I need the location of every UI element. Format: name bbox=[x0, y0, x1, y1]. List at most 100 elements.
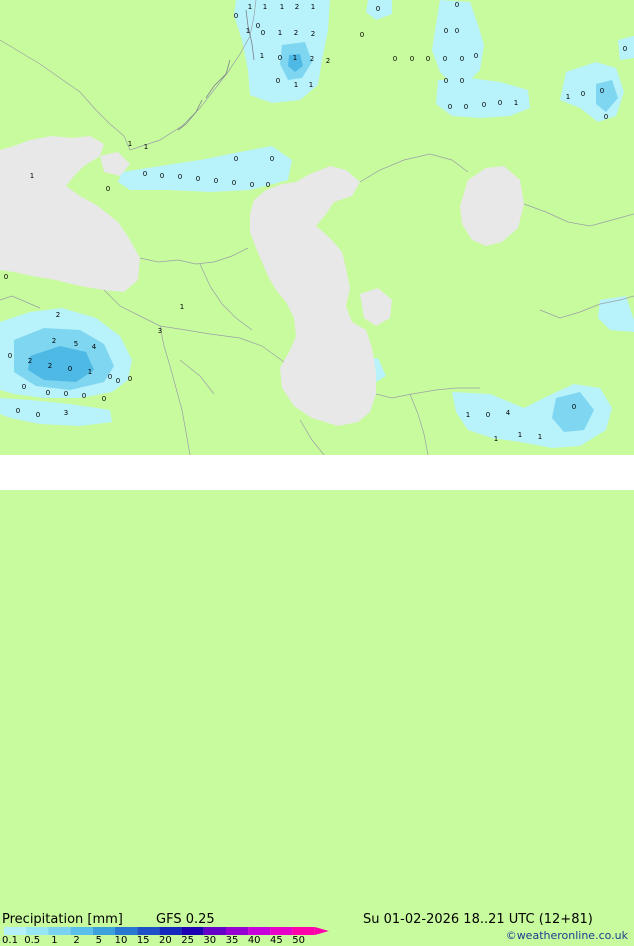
legend-swatch bbox=[137, 927, 160, 935]
precip-value-label: 0 bbox=[448, 103, 452, 111]
precip-value-label: 1 bbox=[466, 411, 470, 419]
precip-value-label: 3 bbox=[158, 327, 162, 335]
precip-value-label: 0 bbox=[102, 395, 106, 403]
precip-value-label: 0 bbox=[376, 5, 380, 13]
precip-value-label: 0 bbox=[8, 352, 12, 360]
precip-value-label: 0 bbox=[261, 29, 265, 37]
legend-swatch bbox=[48, 927, 71, 935]
precip-value-label: 0 bbox=[572, 403, 576, 411]
legend-tick-label: 5 bbox=[95, 935, 102, 946]
precip-value-label: 2 bbox=[56, 311, 60, 319]
legend-tick-label: 35 bbox=[225, 935, 239, 946]
legend-swatch bbox=[159, 927, 182, 935]
legend-tick-label: 10 bbox=[114, 935, 128, 946]
legend-tick-label: 2 bbox=[73, 935, 80, 946]
legend-swatch bbox=[248, 927, 271, 935]
map-footer: Precipitation [mm] GFS 0.25 Su 01-02-202… bbox=[0, 455, 634, 946]
precip-value-label: 0 bbox=[143, 170, 147, 178]
precip-value-label: 0 bbox=[623, 45, 627, 53]
precip-value-label: 0 bbox=[116, 377, 120, 385]
precip-value-label: 0 bbox=[22, 383, 26, 391]
precip-value-label: 1 bbox=[246, 27, 250, 35]
precip-value-label: 1 bbox=[260, 52, 264, 60]
legend-swatch bbox=[26, 927, 49, 935]
precip-value-label: 1 bbox=[293, 54, 297, 62]
precip-value-label: 0 bbox=[234, 155, 238, 163]
precip-value-label: 0 bbox=[460, 55, 464, 63]
map-title: Precipitation [mm] bbox=[2, 912, 123, 927]
legend-swatch bbox=[70, 927, 93, 935]
precip-value-label: 0 bbox=[46, 389, 50, 397]
precip-value-label: 1 bbox=[514, 99, 518, 107]
precip-value-label: 0 bbox=[82, 392, 86, 400]
legend-tick-label: 15 bbox=[136, 935, 150, 946]
legend-tick-label: 0.1 bbox=[2, 935, 18, 946]
precip-value-label: 0 bbox=[196, 175, 200, 183]
legend-tick-label: 0.5 bbox=[24, 935, 41, 946]
precip-value-label: 0 bbox=[393, 55, 397, 63]
precip-value-label: 1 bbox=[88, 368, 92, 376]
precip-value-label: 0 bbox=[426, 55, 430, 63]
precip-value-label: 4 bbox=[506, 409, 511, 417]
legend-swatch bbox=[181, 927, 204, 935]
precip-value-label: 1 bbox=[180, 303, 184, 311]
precip-value-label: 0 bbox=[68, 365, 72, 373]
precip-value-label: 0 bbox=[444, 77, 448, 85]
precip-value-label: 0 bbox=[250, 181, 254, 189]
precip-value-label: 1 bbox=[311, 3, 315, 11]
precip-value-label: 2 bbox=[310, 55, 314, 63]
legend-tick-label: 25 bbox=[181, 935, 194, 946]
precip-value-label: 0 bbox=[232, 179, 236, 187]
precip-value-label: 4 bbox=[92, 343, 97, 351]
precip-value-label: 0 bbox=[444, 27, 448, 35]
precip-value-label: 0 bbox=[270, 155, 274, 163]
precip-value-label: 3 bbox=[64, 409, 68, 417]
precip-value-label: 0 bbox=[455, 27, 459, 35]
precip-value-label: 0 bbox=[581, 90, 585, 98]
precip-value-label: 0 bbox=[486, 411, 490, 419]
legend-swatch bbox=[92, 927, 115, 935]
precip-value-label: 1 bbox=[309, 81, 313, 89]
precip-value-label: 0 bbox=[464, 103, 468, 111]
precip-value-label: 0 bbox=[128, 375, 132, 383]
precip-value-label: 1 bbox=[566, 93, 570, 101]
legend-tick-label: 1 bbox=[51, 935, 58, 946]
precip-value-label: 0 bbox=[455, 1, 459, 9]
precip-value-label: 1 bbox=[294, 81, 298, 89]
precip-value-label: 1 bbox=[128, 140, 132, 148]
precip-value-label: 2 bbox=[28, 357, 32, 365]
precip-value-label: 1 bbox=[280, 3, 284, 11]
precip-value-label: 5 bbox=[74, 340, 78, 348]
valid-datetime: Su 01-02-2026 18..21 UTC (12+81) bbox=[363, 912, 593, 927]
legend-tick-label: 40 bbox=[247, 935, 261, 946]
legend-swatch bbox=[115, 927, 138, 935]
model-name: GFS 0.25 bbox=[156, 912, 215, 927]
precip-value-label: 0 bbox=[600, 87, 604, 95]
precip-value-label: 1 bbox=[494, 435, 498, 443]
precipitation-map: 1 1 1 2 1 0 0 1 0 1 2 2 1 0 1 2 2 0 1 1 0 0 0 0 0 0 0 0 0 0 0 0 0 0 0 0 0 1 1 0… bbox=[0, 0, 634, 455]
precip-value-label: 0 bbox=[4, 273, 8, 281]
precip-value-label: 0 bbox=[410, 55, 414, 63]
precip-value-label: 0 bbox=[16, 407, 20, 415]
precip-value-label: 0 bbox=[604, 113, 608, 121]
precip-value-label: 0 bbox=[234, 12, 238, 20]
legend-swatch bbox=[292, 927, 315, 935]
precip-value-label: 1 bbox=[538, 433, 542, 441]
precip-value-label: 0 bbox=[474, 52, 478, 60]
precip-value-label: 1 bbox=[278, 29, 282, 37]
precip-value-label: 0 bbox=[276, 77, 280, 85]
precip-value-label: 0 bbox=[482, 101, 486, 109]
precip-value-label: 0 bbox=[106, 185, 110, 193]
legend-swatch bbox=[203, 927, 226, 935]
precip-value-label: 1 bbox=[263, 3, 267, 11]
legend-arrow bbox=[314, 927, 329, 935]
legend-swatch bbox=[4, 927, 27, 935]
precip-value-label: 2 bbox=[326, 57, 330, 65]
legend-swatch bbox=[270, 927, 293, 935]
credit-text: ©weatheronline.co.uk bbox=[505, 929, 628, 942]
precip-value-label: 0 bbox=[160, 172, 164, 180]
precip-value-label: 0 bbox=[214, 177, 218, 185]
precip-value-label: 0 bbox=[278, 54, 282, 62]
precip-value-label: 2 bbox=[294, 29, 298, 37]
precip-value-label: 0 bbox=[36, 411, 40, 419]
